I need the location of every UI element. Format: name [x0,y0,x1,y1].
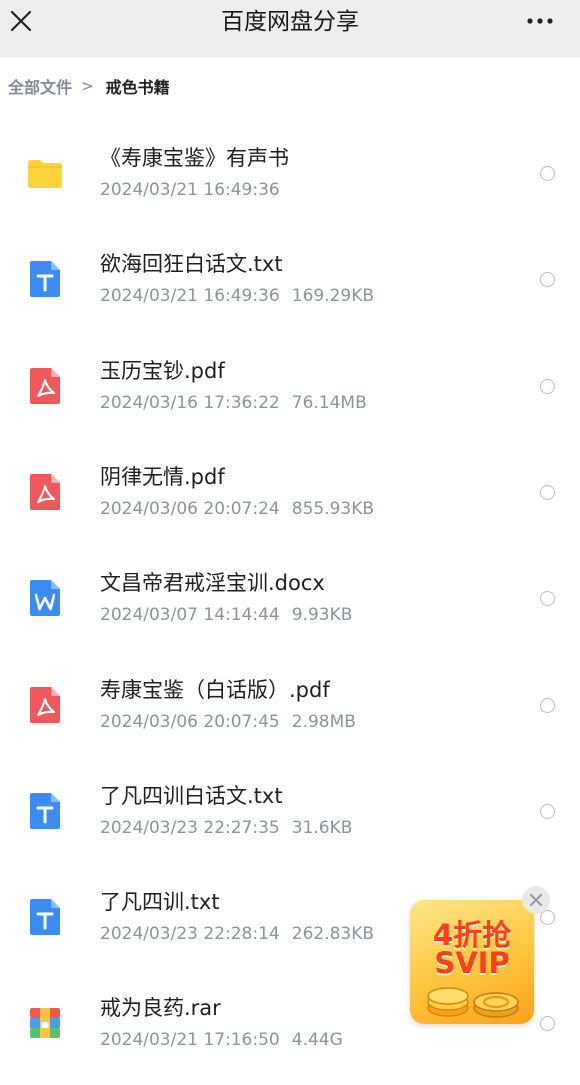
file-date: 2024/03/06 20:07:45 [100,712,280,732]
file-date: 2024/03/06 20:07:24 [100,499,280,519]
file-row[interactable]: 了凡四训白话文.txt 2024/03/23 22:27:35 31.6KB [0,750,580,856]
file-name: 戒为良药.rar [100,996,221,1020]
file-row[interactable]: 欲海回狂白话文.txt 2024/03/21 16:49:36 169.29KB [0,218,580,324]
file-meta: 2024/03/21 16:49:36 169.29KB [100,285,374,307]
breadcrumb-root-link[interactable]: 全部文件 [8,74,72,98]
more-options-button[interactable] [526,14,554,28]
txt-file-icon [27,791,63,831]
close-icon [529,893,543,907]
page-title: 百度网盘分享 [221,9,359,35]
file-size: 262.83KB [291,924,375,944]
file-name: 欲海回狂白话文.txt [100,252,283,276]
file-name: 文昌帝君戒淫宝训.docx [100,571,325,595]
breadcrumb: 全部文件 > 戒色书籍 [8,75,170,97]
file-meta: 2024/03/21 16:49:36 [100,179,280,201]
file-size: 31.6KB [291,818,353,838]
file-meta: 2024/03/16 17:36:22 76.14MB [100,392,367,414]
breadcrumb-current: 戒色书籍 [105,78,170,97]
file-size: 9.93KB [291,605,353,625]
select-radio[interactable] [540,272,555,287]
file-size: 855.93KB [291,499,375,519]
more-dots-icon [527,18,553,24]
promo-close-button[interactable] [522,886,550,914]
breadcrumb-separator: > [81,77,94,95]
file-size: 169.29KB [291,286,375,306]
svip-promo-widget: 4折抢 SVIP [408,886,550,1030]
file-date: 2024/03/21 16:49:36 [100,286,280,306]
file-meta: 2024/03/06 20:07:24 855.93KB [100,498,374,520]
file-meta: 2024/03/23 22:28:14 262.83KB [100,923,374,945]
pdf-file-icon [27,685,63,725]
file-row[interactable]: 寿康宝鉴（白话版）.pdf 2024/03/06 20:07:45 2.98MB [0,644,580,750]
rar-file-icon [27,1003,63,1043]
select-radio[interactable] [540,698,555,713]
file-size: 2.98MB [291,712,356,732]
file-meta: 2024/03/23 22:27:35 31.6KB [100,817,352,839]
select-radio[interactable] [540,485,555,500]
folder-icon [27,153,63,193]
select-radio[interactable] [540,804,555,819]
file-date: 2024/03/23 22:28:14 [100,924,280,944]
svip-promo-banner[interactable]: 4折抢 SVIP [410,900,534,1024]
file-row[interactable]: 《寿康宝鉴》有声书 2024/03/21 16:49:36 [0,112,580,218]
coins-icon [420,978,524,1020]
file-date: 2024/03/07 14:14:44 [100,605,280,625]
file-row[interactable]: 文昌帝君戒淫宝训.docx 2024/03/07 14:14:44 9.93KB [0,537,580,643]
select-radio[interactable] [540,379,555,394]
file-meta: 2024/03/06 20:07:45 2.98MB [100,711,356,733]
file-name: 了凡四训白话文.txt [100,784,283,808]
file-size: 4.44G [291,1030,343,1050]
file-date: 2024/03/21 16:49:36 [100,180,280,200]
promo-svip-text: SVIP [434,946,510,980]
select-radio[interactable] [540,591,555,606]
pdf-file-icon [27,366,63,406]
select-radio[interactable] [540,166,555,181]
file-size: 76.14MB [291,393,367,413]
file-row[interactable]: 阴律无情.pdf 2024/03/06 20:07:24 855.93KB [0,431,580,537]
file-date: 2024/03/21 17:16:50 [100,1030,280,1050]
file-date: 2024/03/23 22:27:35 [100,818,280,838]
txt-file-icon [27,897,63,937]
file-name: 阴律无情.pdf [100,465,225,489]
file-name: 寿康宝鉴（白话版）.pdf [100,678,330,702]
file-name: 了凡四训.txt [100,890,220,914]
file-date: 2024/03/16 17:36:22 [100,393,280,413]
file-meta: 2024/03/07 14:14:44 9.93KB [100,604,352,626]
file-meta: 2024/03/21 17:16:50 4.44G [100,1029,343,1051]
pdf-file-icon [27,472,63,512]
txt-file-icon [27,259,63,299]
file-name: 《寿康宝鉴》有声书 [100,146,289,170]
file-name: 玉历宝钞.pdf [100,359,225,383]
file-row[interactable]: 玉历宝钞.pdf 2024/03/16 17:36:22 76.14MB [0,325,580,431]
title-bar: 百度网盘分享 [0,0,580,57]
word-file-icon [27,578,63,618]
